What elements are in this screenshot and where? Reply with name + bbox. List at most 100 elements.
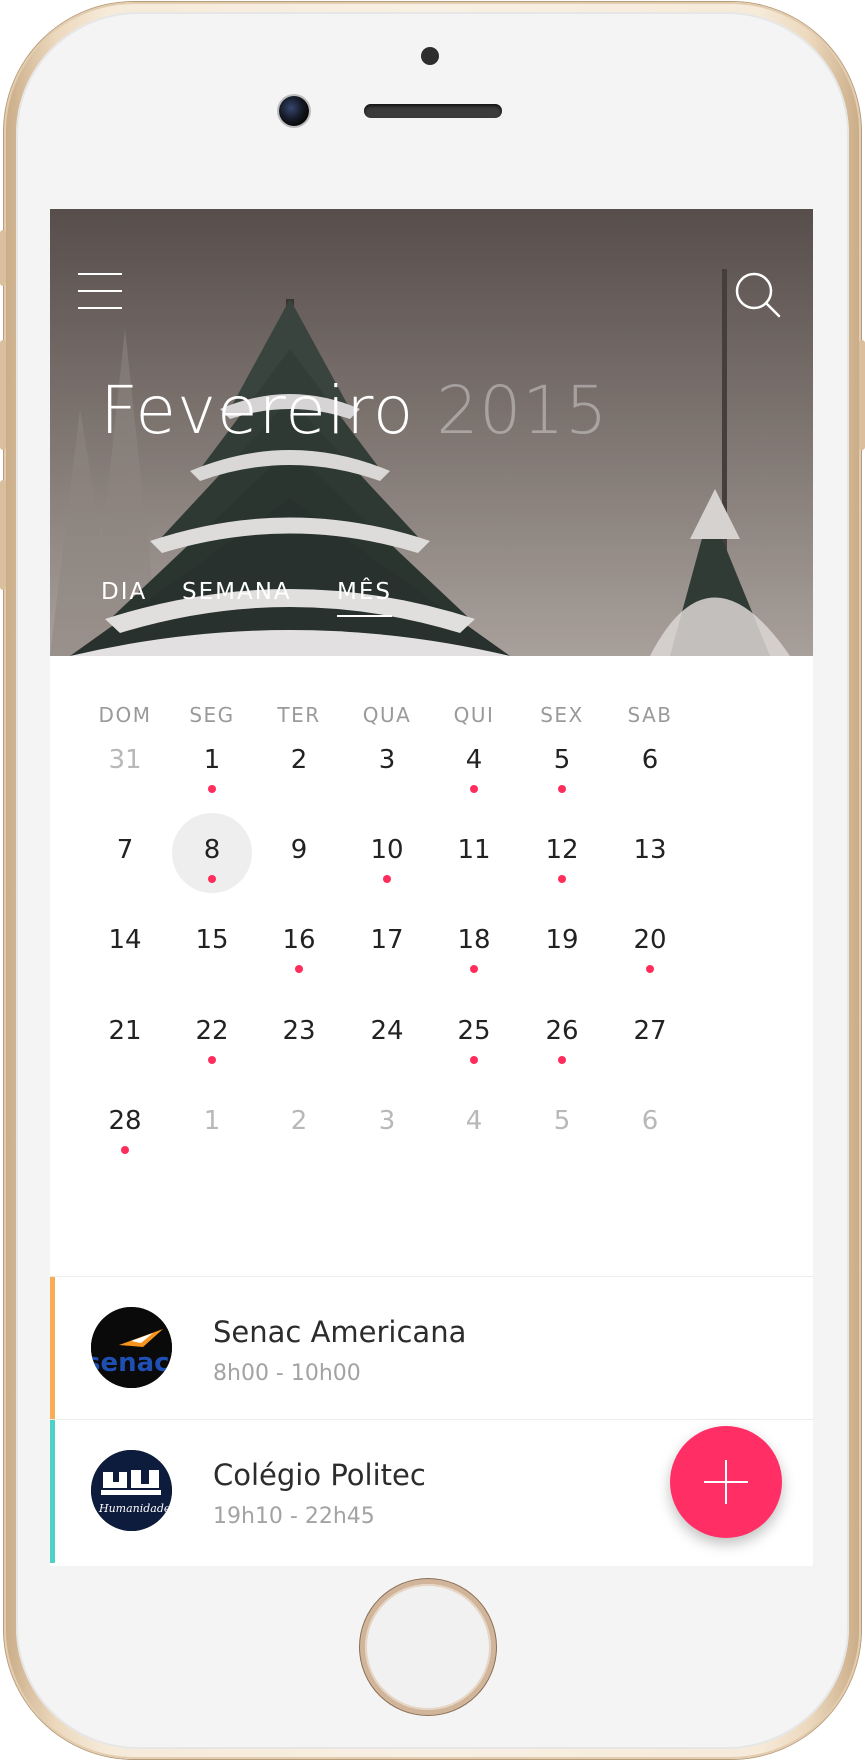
event-title: Senac Americana — [213, 1315, 467, 1349]
calendar-day[interactable]: 6 — [601, 723, 699, 803]
calendar-day[interactable]: 5 — [513, 723, 611, 803]
day-number: 13 — [633, 835, 667, 865]
day-number: 24 — [370, 1016, 404, 1046]
calendar-day[interactable]: 21 — [76, 994, 174, 1074]
calendar-day[interactable]: 28 — [76, 1084, 174, 1164]
power-button — [859, 340, 865, 450]
home-button[interactable] — [365, 1584, 491, 1710]
event-title: Colégio Politec — [213, 1458, 426, 1492]
day-number: 19 — [545, 925, 579, 955]
calendar-day[interactable]: 12 — [513, 813, 611, 893]
day-number: 3 — [378, 745, 396, 775]
day-number: 1 — [203, 745, 221, 775]
front-camera — [279, 96, 309, 126]
calendar-day[interactable]: 17 — [338, 903, 436, 983]
day-number: 4 — [465, 745, 483, 775]
day-number: 6 — [641, 745, 659, 775]
day-number: 2 — [290, 1106, 308, 1136]
calendar-day[interactable]: 1 — [163, 1084, 261, 1164]
day-number: 11 — [457, 835, 491, 865]
calendar-day[interactable]: 3 — [338, 723, 436, 803]
event-dot — [470, 965, 478, 973]
calendar-day[interactable]: 5 — [513, 1084, 611, 1164]
calendar-day[interactable]: 14 — [76, 903, 174, 983]
day-number: 15 — [195, 925, 229, 955]
event-dot — [558, 1056, 566, 1064]
day-number: 5 — [553, 1106, 571, 1136]
day-number: 8 — [203, 835, 221, 865]
day-number: 1 — [203, 1106, 221, 1136]
day-number: 26 — [545, 1016, 579, 1046]
calendar-day[interactable]: 8 — [163, 813, 261, 893]
calendar-day[interactable]: 13 — [601, 813, 699, 893]
calendar-day[interactable]: 11 — [425, 813, 523, 893]
event-dot — [208, 875, 216, 883]
proximity-sensor — [421, 47, 439, 65]
volume-up-button — [0, 340, 6, 450]
day-number: 7 — [116, 835, 134, 865]
day-number: 5 — [553, 745, 571, 775]
calendar-day[interactable]: 2 — [250, 1084, 348, 1164]
event-accent-stripe — [50, 1277, 55, 1420]
mute-switch — [0, 230, 6, 286]
event-time: 19h10 - 22h45 — [213, 1504, 375, 1529]
day-number: 31 — [108, 745, 142, 775]
event-dot — [121, 1146, 129, 1154]
event-dot — [208, 785, 216, 793]
calendar-day[interactable]: 10 — [338, 813, 436, 893]
calendar-day[interactable]: 24 — [338, 994, 436, 1074]
calendar-day[interactable]: 3 — [338, 1084, 436, 1164]
calendar-day[interactable]: 2 — [250, 723, 348, 803]
event-dot — [470, 1056, 478, 1064]
day-number: 27 — [633, 1016, 667, 1046]
volume-down-button — [0, 480, 6, 590]
calendar-day[interactable]: 23 — [250, 994, 348, 1074]
politec-logo: Humanidade — [91, 1450, 172, 1531]
add-event-button[interactable] — [670, 1426, 782, 1538]
day-number: 25 — [457, 1016, 491, 1046]
calendar-day[interactable]: 7 — [76, 813, 174, 893]
day-number: 18 — [457, 925, 491, 955]
day-number: 17 — [370, 925, 404, 955]
calendar-day[interactable]: 20 — [601, 903, 699, 983]
app-screen: Fevereiro 2015 DIA SEMANA MÊS DOM SEG TER Q… — [50, 209, 813, 1566]
day-number: 23 — [282, 1016, 316, 1046]
day-number: 6 — [641, 1106, 659, 1136]
earpiece-speaker — [364, 104, 502, 118]
day-number: 28 — [108, 1106, 142, 1136]
event-dot — [208, 1056, 216, 1064]
calendar-day[interactable]: 27 — [601, 994, 699, 1074]
day-number: 16 — [282, 925, 316, 955]
day-number: 21 — [108, 1016, 142, 1046]
politec-logo-text: Humanidade — [98, 1502, 171, 1515]
calendar-day[interactable]: 4 — [425, 1084, 523, 1164]
calendar-day[interactable]: 22 — [163, 994, 261, 1074]
calendar-day[interactable]: 1 — [163, 723, 261, 803]
day-number: 22 — [195, 1016, 229, 1046]
day-number: 3 — [378, 1106, 396, 1136]
calendar-day[interactable]: 4 — [425, 723, 523, 803]
calendar-day[interactable]: 15 — [163, 903, 261, 983]
day-number: 14 — [108, 925, 142, 955]
calendar-day[interactable]: 26 — [513, 994, 611, 1074]
calendar-day[interactable]: 31 — [76, 723, 174, 803]
calendar-day[interactable]: 9 — [250, 813, 348, 893]
plus-icon-vertical — [725, 1460, 727, 1504]
day-number: 12 — [545, 835, 579, 865]
calendar-day[interactable]: 16 — [250, 903, 348, 983]
event-accent-stripe — [50, 1420, 55, 1563]
calendar-day[interactable]: 19 — [513, 903, 611, 983]
day-number: 4 — [465, 1106, 483, 1136]
event-dot — [470, 785, 478, 793]
calendar-day[interactable]: 25 — [425, 994, 523, 1074]
day-number: 20 — [633, 925, 667, 955]
event-dot — [558, 785, 566, 793]
svg-text:senac: senac — [91, 1348, 170, 1378]
event-item-senac[interactable]: senac Senac Americana 8h00 - 10h00 — [50, 1276, 813, 1420]
event-dot — [646, 965, 654, 973]
month-grid: 31 1 2 3 4 5 6 7 8 9 10 11 12 13 14 15 16 17 18 19 20 21 22 23 2… — [50, 209, 813, 1276]
calendar-day[interactable]: 6 — [601, 1084, 699, 1164]
event-time: 8h00 - 10h00 — [213, 1361, 361, 1386]
calendar-day[interactable]: 18 — [425, 903, 523, 983]
senac-logo: senac — [91, 1307, 172, 1388]
